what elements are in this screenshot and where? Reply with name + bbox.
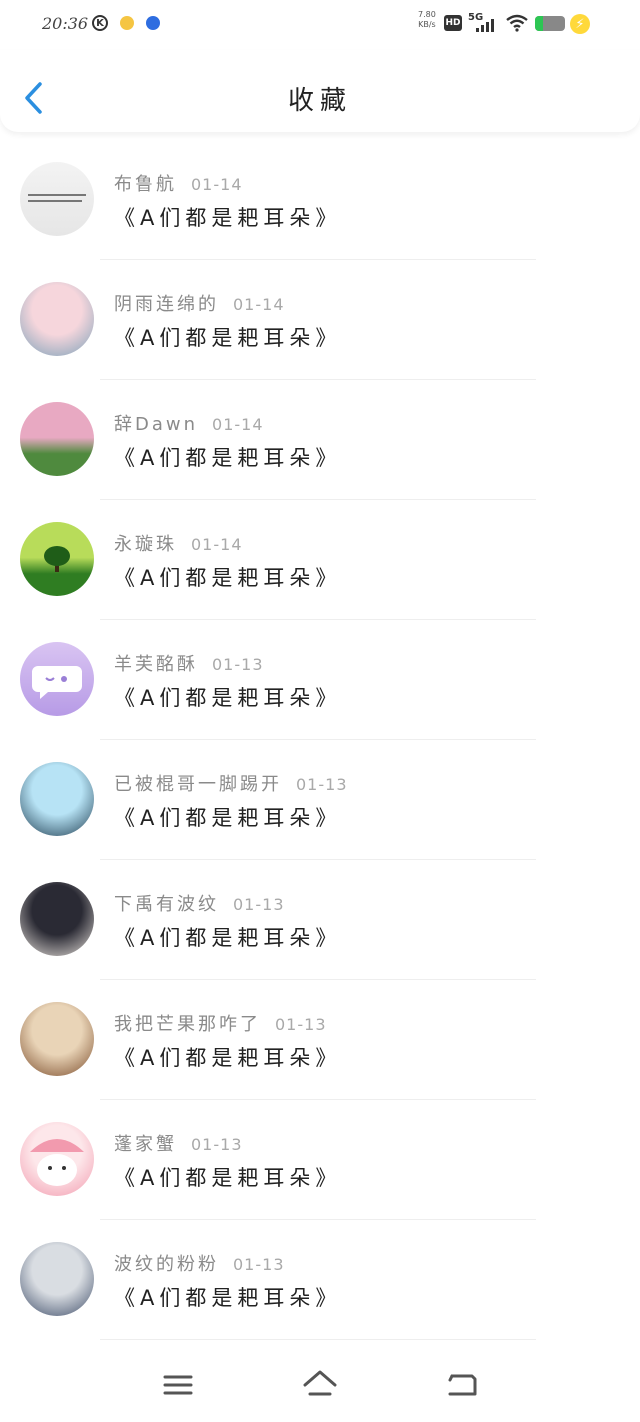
user-name-text: 羊芙酩酥	[114, 654, 198, 675]
avatar[interactable]	[20, 1242, 94, 1316]
favorite-item[interactable]: 阴雨连绵的 01-14 《A们都是耙耳朵》	[0, 260, 640, 380]
favorite-item[interactable]: 我把芒果那咋了 01-13 《A们都是耙耳朵》	[0, 980, 640, 1100]
home-icon[interactable]	[300, 1366, 340, 1406]
system-nav-bar	[0, 1358, 640, 1422]
charging-icon: ⚡	[570, 14, 590, 34]
k-app-icon: K	[92, 15, 108, 31]
avatar[interactable]	[20, 882, 94, 956]
favorite-item[interactable]: 羊芙酩酥 01-13 《A们都是耙耳朵》	[0, 620, 640, 740]
book-title[interactable]: 《A们都是耙耳朵》	[114, 1162, 341, 1192]
user-name[interactable]: 蓬家蟹 01-13	[114, 1130, 243, 1156]
user-name[interactable]: 羊芙酩酥 01-13	[114, 650, 264, 676]
item-date: 01-14	[212, 415, 264, 434]
signal-icon	[476, 18, 498, 32]
user-name-text: 已被棍哥一脚踢开	[114, 774, 282, 795]
app-header: 收藏	[0, 50, 640, 132]
user-name[interactable]: 已被棍哥一脚踢开 01-13	[114, 770, 348, 796]
user-name-text: 辞Dawn	[114, 414, 199, 435]
paw-app-icon	[146, 16, 160, 30]
user-name-text: 阴雨连绵的	[114, 294, 219, 315]
book-title[interactable]: 《A们都是耙耳朵》	[114, 922, 341, 952]
network-speed: 7.80 KB/s	[418, 10, 436, 30]
notification-app-icon	[120, 16, 134, 30]
user-name[interactable]: 下禹有波纹 01-13	[114, 890, 285, 916]
status-time: 20:36	[42, 14, 89, 33]
avatar[interactable]	[20, 162, 94, 236]
user-name[interactable]: 阴雨连绵的 01-14	[114, 290, 285, 316]
network-speed-unit: KB/s	[418, 20, 436, 29]
favorites-list: 布鲁航 01-14 《A们都是耙耳朵》 阴雨连绵的 01-14 《A们都是耙耳朵》 辞Daw…	[0, 140, 640, 1340]
user-name-text: 下禹有波纹	[114, 894, 219, 915]
user-name-text: 我把芒果那咋了	[114, 1014, 261, 1035]
menu-icon[interactable]	[158, 1366, 198, 1406]
user-name-text: 蓬家蟹	[114, 1134, 177, 1155]
item-date: 01-13	[212, 655, 264, 674]
favorite-item[interactable]: 已被棍哥一脚踢开 01-13 《A们都是耙耳朵》	[0, 740, 640, 860]
favorite-item[interactable]: 蓬家蟹 01-13 《A们都是耙耳朵》	[0, 1100, 640, 1220]
user-name[interactable]: 永璇珠 01-14	[114, 530, 243, 556]
favorite-item[interactable]: 永璇珠 01-14 《A们都是耙耳朵》	[0, 500, 640, 620]
favorite-item[interactable]: 布鲁航 01-14 《A们都是耙耳朵》	[0, 140, 640, 260]
user-name[interactable]: 布鲁航 01-14	[114, 170, 243, 196]
user-name-text: 永璇珠	[114, 534, 177, 555]
item-date: 01-14	[191, 535, 243, 554]
avatar[interactable]	[20, 282, 94, 356]
book-title[interactable]: 《A们都是耙耳朵》	[114, 802, 341, 832]
item-date: 01-13	[233, 1255, 285, 1274]
favorite-item[interactable]: 辞Dawn 01-14 《A们都是耙耳朵》	[0, 380, 640, 500]
book-title[interactable]: 《A们都是耙耳朵》	[114, 1042, 341, 1072]
favorite-item[interactable]: 下禹有波纹 01-13 《A们都是耙耳朵》	[0, 860, 640, 980]
book-title[interactable]: 《A们都是耙耳朵》	[114, 1282, 341, 1312]
divider	[100, 1339, 536, 1340]
favorite-item[interactable]: 波纹的粉粉 01-13 《A们都是耙耳朵》	[0, 1220, 640, 1340]
item-date: 01-13	[191, 1135, 243, 1154]
user-name[interactable]: 辞Dawn 01-14	[114, 410, 264, 436]
book-title[interactable]: 《A们都是耙耳朵》	[114, 562, 341, 592]
page-title: 收藏	[287, 86, 352, 116]
user-name-text: 布鲁航	[114, 174, 177, 195]
item-date: 01-13	[233, 895, 285, 914]
avatar[interactable]	[20, 1122, 94, 1196]
item-date: 01-13	[275, 1015, 327, 1034]
user-name-text: 波纹的粉粉	[114, 1254, 219, 1275]
item-date: 01-14	[191, 175, 243, 194]
book-title[interactable]: 《A们都是耙耳朵》	[114, 442, 341, 472]
item-date: 01-13	[296, 775, 348, 794]
avatar[interactable]	[20, 642, 94, 716]
user-name[interactable]: 我把芒果那咋了 01-13	[114, 1010, 327, 1036]
book-title[interactable]: 《A们都是耙耳朵》	[114, 322, 341, 352]
hd-badge: HD	[444, 15, 462, 31]
status-bar: 20:36 K 7.80 KB/s HD 5G ⚡	[0, 0, 640, 50]
network-speed-value: 7.80	[418, 10, 436, 19]
return-icon[interactable]	[442, 1366, 482, 1406]
item-date: 01-14	[233, 295, 285, 314]
wifi-icon	[506, 14, 528, 32]
avatar[interactable]	[20, 522, 94, 596]
book-title[interactable]: 《A们都是耙耳朵》	[114, 202, 341, 232]
avatar[interactable]	[20, 1002, 94, 1076]
avatar[interactable]	[20, 762, 94, 836]
user-name[interactable]: 波纹的粉粉 01-13	[114, 1250, 285, 1276]
book-title[interactable]: 《A们都是耙耳朵》	[114, 682, 341, 712]
avatar[interactable]	[20, 402, 94, 476]
battery-icon	[535, 16, 565, 31]
